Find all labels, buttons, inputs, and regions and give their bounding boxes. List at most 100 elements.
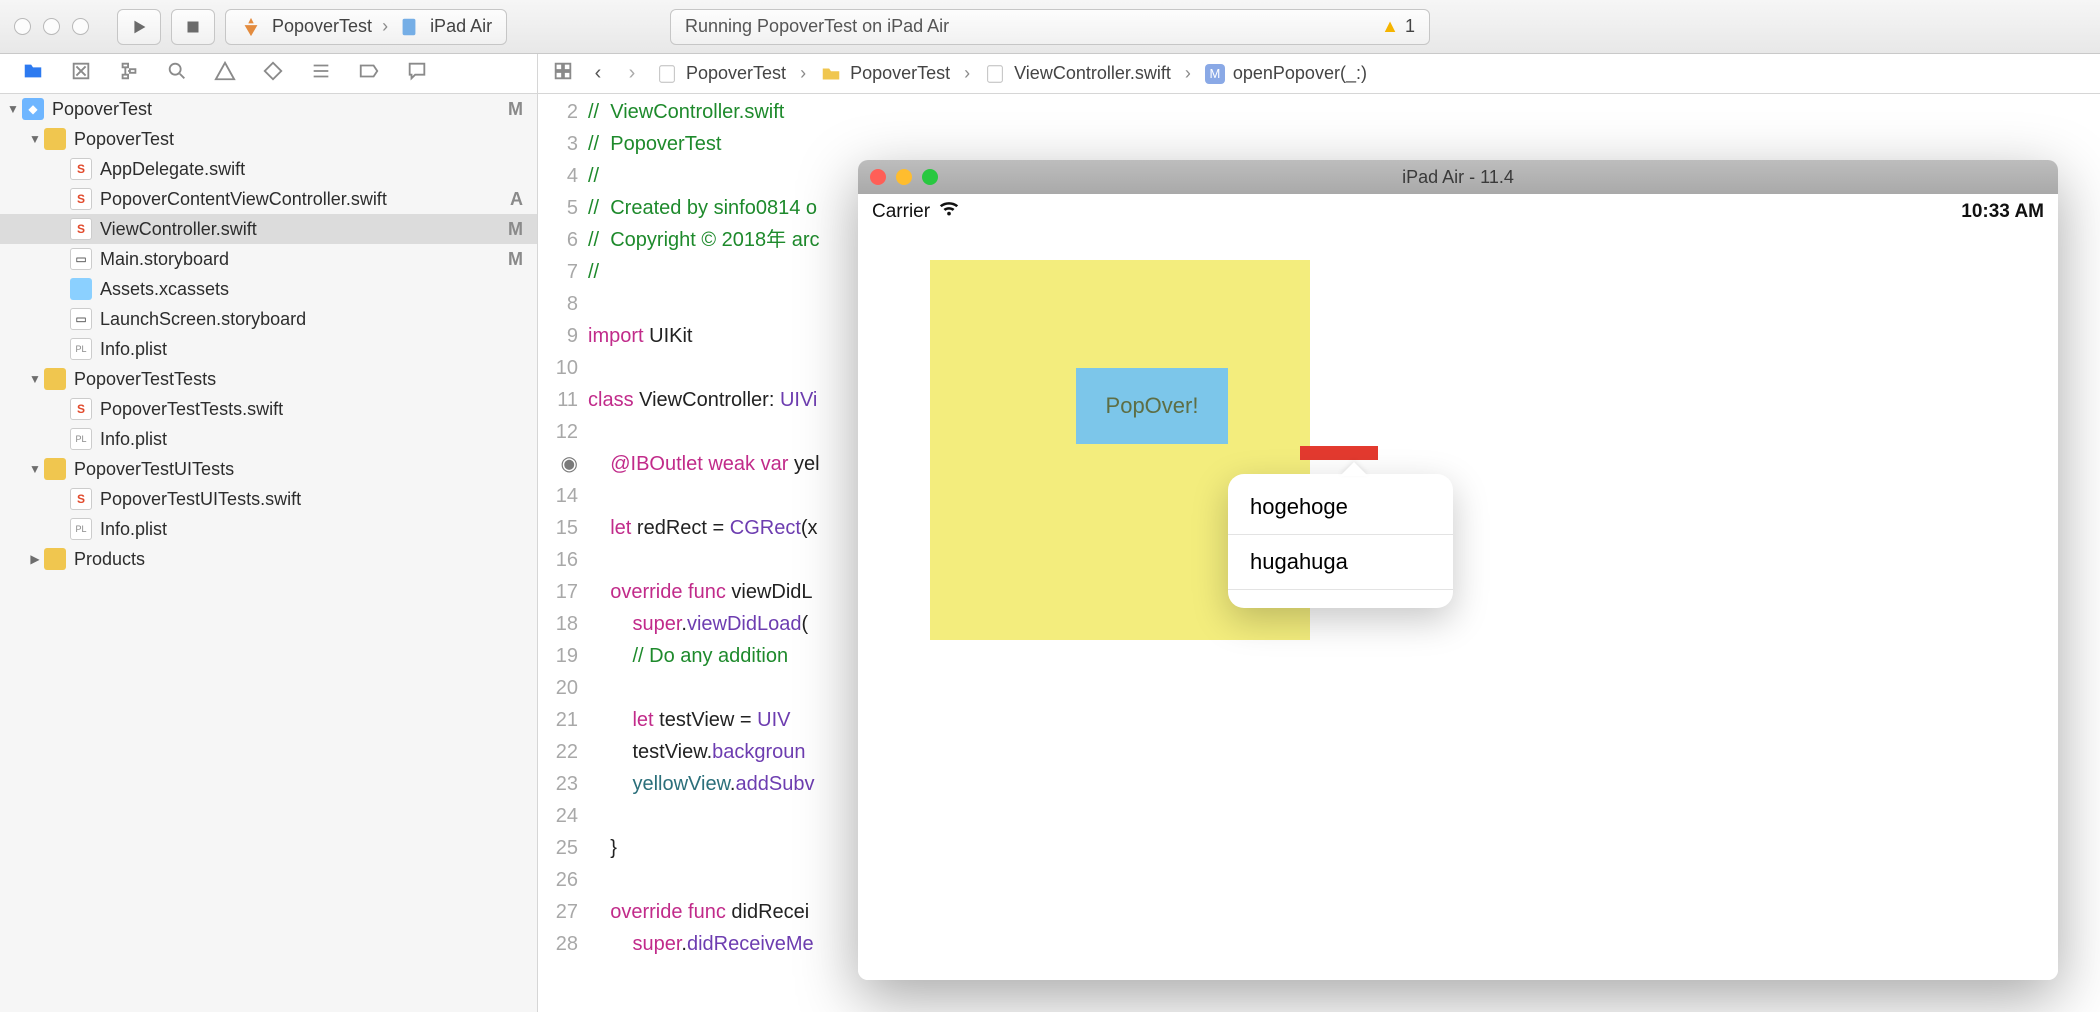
- simulator-screen[interactable]: PopOver! hogehoge hugahuga: [858, 230, 2058, 980]
- diamond-icon: [262, 60, 284, 82]
- popover-row[interactable]: hogehoge: [1228, 480, 1453, 535]
- traffic-zoom-icon[interactable]: [922, 169, 938, 185]
- run-button[interactable]: [117, 9, 161, 45]
- swift-file-icon: [656, 63, 678, 85]
- folder-icon: [22, 60, 44, 82]
- breakpoint-navigator-tab[interactable]: [358, 60, 380, 87]
- plist-file-icon: PL: [70, 338, 92, 360]
- simulator-title-label: iPad Air - 11.4: [1402, 167, 1514, 188]
- stop-button[interactable]: [171, 9, 215, 45]
- storyboard-file-icon: ▭: [70, 248, 92, 270]
- nav-group-products[interactable]: ▶ Products: [0, 544, 537, 574]
- report-navigator-tab[interactable]: [406, 60, 428, 87]
- plist-file-icon: PL: [70, 518, 92, 540]
- traffic-close-icon[interactable]: [870, 169, 886, 185]
- nav-group-popovertesttests[interactable]: ▼ PopoverTestTests: [0, 364, 537, 394]
- nav-group-popovertestuitests[interactable]: ▼ PopoverTestUITests: [0, 454, 537, 484]
- square-x-icon: [70, 60, 92, 82]
- nav-file[interactable]: ▭Main.storyboardM: [0, 244, 537, 274]
- nav-file[interactable]: PL Info.plist: [0, 334, 537, 364]
- swift-file-icon: S: [70, 158, 92, 180]
- play-icon: [128, 16, 150, 38]
- nav-file[interactable]: SViewController.swiftM: [0, 214, 537, 244]
- test-navigator-tab[interactable]: [262, 60, 284, 87]
- file-name-label: LaunchScreen.storyboard: [100, 309, 306, 330]
- file-name-label: PopoverContentViewController.swift: [100, 189, 387, 210]
- jump-forward-button[interactable]: ›: [622, 62, 642, 85]
- jump-back-button[interactable]: ‹: [588, 62, 608, 85]
- plist-file-icon: PL: [70, 428, 92, 450]
- traffic-minimize-icon[interactable]: [896, 169, 912, 185]
- yellow-view: PopOver! hogehoge hugahuga: [930, 260, 1310, 640]
- issue-navigator-tab[interactable]: [214, 60, 236, 87]
- chevron-right-icon: ›: [964, 63, 970, 84]
- file-name-label: Main.storyboard: [100, 249, 229, 270]
- red-rect-view: [1300, 446, 1378, 460]
- nav-file[interactable]: PL Info.plist: [0, 514, 537, 544]
- nav-file[interactable]: SPopoverContentViewController.swiftA: [0, 184, 537, 214]
- activity-status-text: Running PopoverTest on iPad Air: [685, 16, 949, 37]
- assets-folder-icon: [70, 278, 92, 300]
- project-icon: ◆: [22, 98, 44, 120]
- app-target-icon: [240, 16, 262, 38]
- project-navigator-tab[interactable]: [22, 60, 44, 87]
- jumpbar-crumb-3[interactable]: M openPopover(_:): [1205, 63, 1367, 84]
- scm-status-badge: M: [508, 219, 523, 240]
- popover-panel[interactable]: hogehoge hugahuga: [1228, 474, 1453, 608]
- jumpbar-crumb-2[interactable]: ViewController.swift: [984, 63, 1171, 85]
- warning-count: 1: [1405, 16, 1415, 37]
- window-traffic-lights: [14, 18, 89, 35]
- line-number-gutter: 23456789101112◉1415161718192021222324252…: [538, 94, 588, 1012]
- disclosure-triangle-icon[interactable]: ▼: [26, 132, 44, 146]
- scm-status-badge: M: [508, 99, 523, 120]
- jumpbar-crumb-1[interactable]: PopoverTest: [820, 63, 950, 85]
- file-name-label: Info.plist: [100, 339, 167, 360]
- related-items-button[interactable]: [552, 60, 574, 87]
- popover-trigger-button[interactable]: PopOver!: [1076, 368, 1228, 444]
- traffic-minimize-icon[interactable]: [43, 18, 60, 35]
- nav-file[interactable]: ▭ LaunchScreen.storyboard: [0, 304, 537, 334]
- swift-file-icon: S: [70, 188, 92, 210]
- file-name-label: Info.plist: [100, 429, 167, 450]
- swift-file-icon: S: [70, 398, 92, 420]
- wifi-icon: [938, 200, 960, 224]
- nav-project-root[interactable]: ▼ ◆ PopoverTest M: [0, 94, 537, 124]
- popover-row[interactable]: hugahuga: [1228, 535, 1453, 590]
- activity-viewer[interactable]: Running PopoverTest on iPad Air ▲ 1: [670, 9, 1430, 45]
- disclosure-triangle-icon[interactable]: ▼: [26, 372, 44, 386]
- navigator-selector-bar: [0, 54, 538, 93]
- swift-file-icon: S: [70, 488, 92, 510]
- debug-navigator-tab[interactable]: [310, 60, 332, 87]
- project-navigator[interactable]: ▼ ◆ PopoverTest M ▼ PopoverTest SAppDele…: [0, 94, 538, 1012]
- jumpbar-crumb-0[interactable]: PopoverTest: [656, 63, 786, 85]
- disclosure-triangle-icon[interactable]: ▶: [26, 552, 44, 566]
- traffic-close-icon[interactable]: [14, 18, 31, 35]
- scheme-selector[interactable]: PopoverTest › iPad Air: [225, 9, 507, 45]
- ios-simulator-window[interactable]: iPad Air - 11.4 Carrier 10:33 AM PopOver…: [858, 160, 2058, 980]
- nav-group-popovertest[interactable]: ▼ PopoverTest: [0, 124, 537, 154]
- search-icon: [166, 60, 188, 82]
- scheme-device-label: iPad Air: [430, 16, 492, 37]
- hierarchy-icon: [118, 60, 140, 82]
- file-name-label: Assets.xcassets: [100, 279, 229, 300]
- warning-triangle-icon: [214, 60, 236, 82]
- traffic-zoom-icon[interactable]: [72, 18, 89, 35]
- simulator-titlebar[interactable]: iPad Air - 11.4: [858, 160, 2058, 194]
- storyboard-file-icon: ▭: [70, 308, 92, 330]
- find-navigator-tab[interactable]: [166, 60, 188, 87]
- nav-file[interactable]: PL Info.plist: [0, 424, 537, 454]
- nav-file[interactable]: Assets.xcassets: [0, 274, 537, 304]
- disclosure-triangle-icon[interactable]: ▼: [26, 462, 44, 476]
- source-control-navigator-tab[interactable]: [70, 60, 92, 87]
- symbol-navigator-tab[interactable]: [118, 60, 140, 87]
- xcode-toolbar: PopoverTest › iPad Air Running PopoverTe…: [0, 0, 2100, 54]
- nav-file[interactable]: S PopoverTestUITests.swift: [0, 484, 537, 514]
- grid-icon: [552, 60, 574, 82]
- file-name-label: PopoverTestUITests.swift: [100, 489, 301, 510]
- file-name-label: Info.plist: [100, 519, 167, 540]
- nav-file[interactable]: SPopoverTestTests.swift: [0, 394, 537, 424]
- disclosure-triangle-icon[interactable]: ▼: [4, 102, 22, 116]
- nav-file[interactable]: SAppDelegate.swift: [0, 154, 537, 184]
- warning-icon: ▲: [1381, 16, 1399, 37]
- breakpoint-tag-icon: [358, 60, 380, 82]
